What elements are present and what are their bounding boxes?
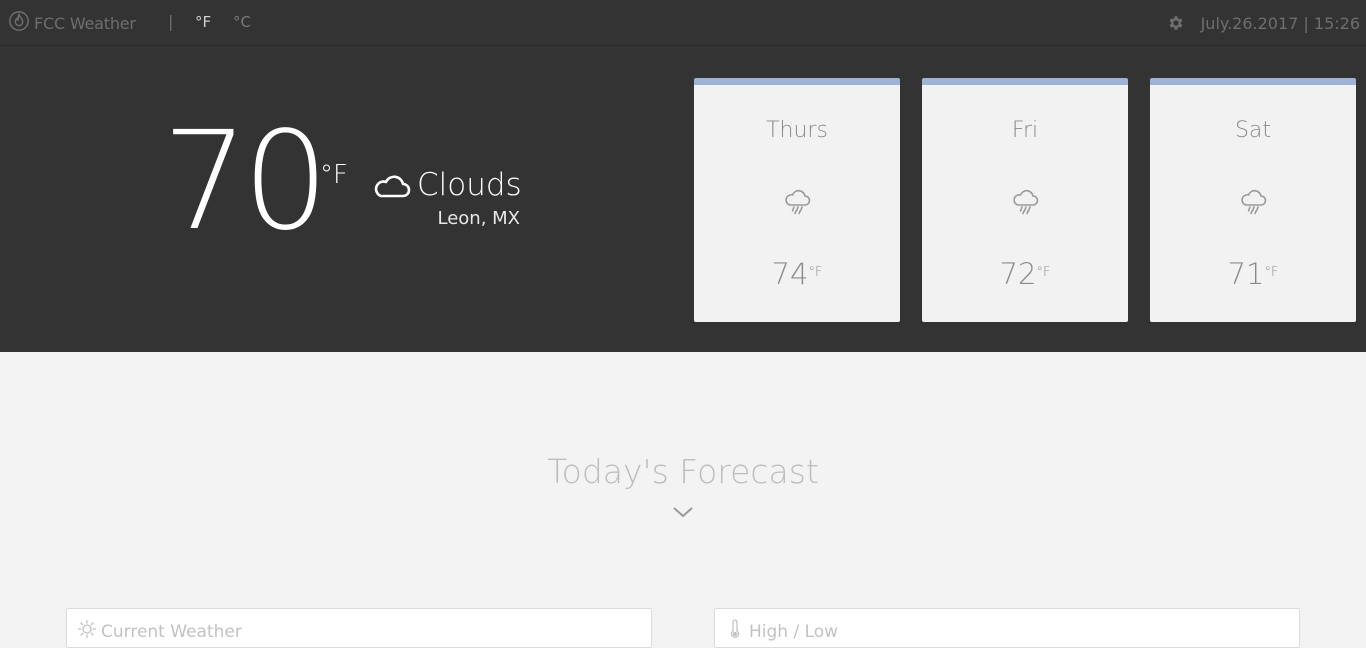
current-temperature: 70 <box>162 103 329 261</box>
condition-label: Clouds <box>417 167 522 203</box>
section-title: Today's Forecast <box>547 452 819 491</box>
rain-cloud-icon <box>1239 188 1267 216</box>
forecast-card-fri[interactable]: Fri 72°F <box>922 78 1128 322</box>
forecast-card-thurs[interactable]: Thurs 74°F <box>694 78 900 322</box>
rain-cloud-icon <box>783 188 811 216</box>
forecast-temp-value: 72 <box>999 257 1037 291</box>
brand-label: FCC Weather <box>34 13 136 33</box>
forecast-temp-value: 71 <box>1227 257 1265 291</box>
forecast-temp-unit: °F <box>1036 265 1051 280</box>
rain-cloud-icon <box>1011 188 1039 216</box>
current-temperature-unit: °F <box>320 160 348 190</box>
location-label: Leon, MX <box>437 208 520 229</box>
chevron-down-icon[interactable] <box>671 504 695 520</box>
forecast-day: Sat <box>1234 118 1272 143</box>
nav-right-group: July.26.2017 | 15:26 <box>1167 12 1360 34</box>
gear-icon[interactable] <box>1167 14 1185 32</box>
forecast-day: Thurs <box>766 118 828 143</box>
datetime-label: July.26.2017 | 15:26 <box>1200 13 1360 33</box>
forecast-temp-unit: °F <box>1264 265 1279 280</box>
high-low-panel: High / Low <box>714 608 1300 648</box>
current-weather-hero: 70 °F Clouds Leon, MX Thurs 74°F Fri 72°… <box>0 46 1366 352</box>
panel-title: High / Low <box>749 621 839 642</box>
current-condition: Clouds <box>371 167 522 203</box>
forecast-temp-value: 74 <box>771 257 809 291</box>
panel-header: High / Low <box>725 619 838 644</box>
fire-icon <box>8 10 30 36</box>
current-weather-panel: Current Weather <box>66 608 652 648</box>
top-navbar: FCC Weather | °F °C July.26.2017 | 15:26 <box>0 0 1366 46</box>
thermometer-icon <box>725 619 745 644</box>
panel-header: Current Weather <box>77 619 242 644</box>
forecast-temperature: 72°F <box>922 257 1128 291</box>
unit-celsius-link[interactable]: °C <box>233 13 251 31</box>
panel-title: Current Weather <box>101 621 242 642</box>
forecast-day: Fri <box>1011 118 1039 143</box>
forecast-temperature: 74°F <box>694 257 900 291</box>
forecast-card-sat[interactable]: Sat 71°F <box>1150 78 1356 322</box>
forecast-temp-unit: °F <box>808 265 823 280</box>
nav-separator: | <box>168 12 174 31</box>
brand-link[interactable]: FCC Weather <box>8 10 136 36</box>
unit-fahrenheit-link[interactable]: °F <box>195 13 211 31</box>
sun-icon <box>77 619 97 644</box>
cloud-icon <box>371 170 411 200</box>
forecast-temperature: 71°F <box>1150 257 1356 291</box>
